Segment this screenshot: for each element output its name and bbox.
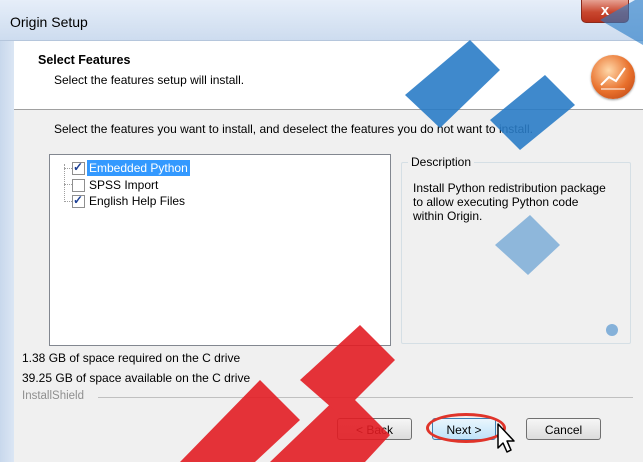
cancel-button[interactable]: Cancel — [526, 418, 601, 440]
separator — [98, 397, 633, 398]
feature-label: SPSS Import — [89, 178, 159, 192]
description-legend: Description — [408, 155, 475, 169]
feature-label: English Help Files — [89, 194, 186, 208]
checkbox[interactable] — [72, 192, 85, 208]
mouse-pointer-icon — [492, 422, 520, 454]
description-text: Install Python redistribution package to… — [413, 181, 606, 223]
title-bar[interactable] — [0, 0, 643, 41]
feature-label: Embedded Python — [87, 160, 190, 176]
checkbox[interactable] — [72, 179, 85, 192]
page-title: Select Features — [38, 53, 131, 67]
back-button[interactable]: < Back — [337, 418, 412, 440]
checkbox[interactable] — [72, 159, 85, 175]
space-available-text: 39.25 GB of space available on the C dri… — [22, 371, 251, 385]
instruction-text: Select the features you want to install,… — [54, 122, 533, 136]
window-title: Origin Setup — [10, 14, 88, 30]
close-button[interactable]: x — [581, 0, 629, 23]
installshield-brand: InstallShield — [22, 390, 85, 402]
page-subtitle: Select the features setup will install. — [54, 73, 245, 87]
space-required-text: 1.38 GB of space required on the C drive — [22, 351, 241, 365]
origin-logo-icon — [591, 55, 635, 99]
window-left-border — [0, 41, 14, 462]
